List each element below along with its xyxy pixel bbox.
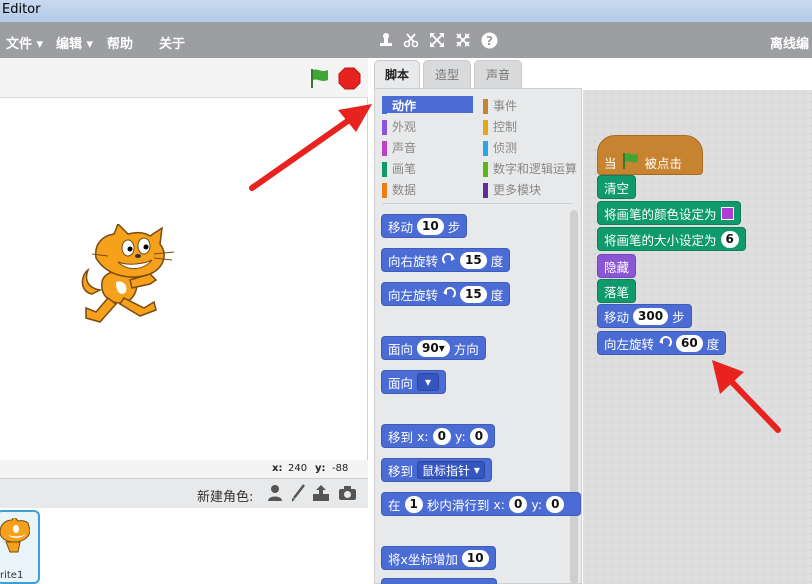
title-bar: Editor (0, 0, 812, 22)
category-pen[interactable]: 画笔 (382, 160, 416, 177)
stop-sign-icon[interactable] (338, 67, 361, 93)
cat-sprite-icon[interactable] (78, 224, 178, 329)
palette-change-x-block[interactable]: 将x坐标增加10 (381, 546, 496, 570)
duplicate-stamp-icon[interactable] (377, 31, 395, 49)
grow-icon[interactable] (428, 31, 446, 49)
script-turn-left-block[interactable]: 向左旋转 60度 (597, 331, 726, 355)
palette-scrollbar[interactable] (570, 210, 578, 584)
palette-move-block[interactable]: 移动10步 (381, 214, 467, 238)
mouse-y-label: y: (315, 463, 326, 474)
script-hide-block[interactable]: 隐藏 (597, 254, 636, 278)
window-title: Editor (2, 2, 40, 17)
rotate-counterclockwise-icon (442, 287, 456, 301)
stage-canvas[interactable] (0, 98, 368, 460)
green-flag-block-icon (621, 152, 641, 173)
sprite-name: rite1 (0, 570, 23, 581)
palette-turn-left-block[interactable]: 向左旋转 15度 (381, 282, 510, 306)
edit-menu[interactable]: 编辑 ▾ (56, 33, 93, 52)
script-set-pen-color-block[interactable]: 将画笔的颜色设定为 (597, 201, 741, 225)
palette-point-direction-block[interactable]: 面向90▾方向 (381, 336, 486, 360)
script-clear-block[interactable]: 清空 (597, 175, 636, 199)
stage-header (0, 58, 368, 98)
green-flag-icon[interactable] (308, 67, 330, 92)
category-separator (382, 203, 572, 204)
palette-point-towards-block[interactable]: 面向▾ (381, 370, 446, 394)
palette-glide-block[interactable]: 在1秒内滑行到x:0y:0 (381, 492, 581, 516)
category-operators[interactable]: 数字和逻辑运算 (483, 160, 577, 177)
point-towards-dropdown[interactable]: ▾ (417, 373, 439, 391)
shrink-icon[interactable] (454, 31, 472, 49)
palette-goto-block[interactable]: 移到鼠标指针 ▾ (381, 458, 492, 482)
pen-color-swatch[interactable] (721, 207, 734, 220)
mouse-x-label: x: (272, 463, 282, 474)
tab-sounds[interactable]: 声音 (474, 60, 522, 88)
tab-costumes[interactable]: 造型 (423, 60, 471, 88)
mouse-y-value: -88 (332, 463, 348, 474)
palette-turn-right-block[interactable]: 向右旋转 15度 (381, 248, 510, 272)
help-question-icon[interactable]: ? (480, 31, 498, 49)
paint-brush-icon[interactable] (290, 484, 306, 505)
sprite-list: rite1 (0, 508, 368, 584)
cat-thumbnail-icon (0, 518, 30, 554)
file-menu[interactable]: 文件 ▾ (6, 33, 43, 52)
rotate-clockwise-icon (442, 253, 456, 267)
camera-icon[interactable] (338, 484, 357, 505)
category-motion[interactable]: 动作 (382, 97, 416, 114)
category-more-blocks[interactable]: 更多模块 (483, 181, 541, 198)
new-sprite-label: 新建角色: (197, 486, 253, 505)
svg-text:?: ? (486, 34, 493, 48)
menu-bar: 文件 ▾ 编辑 ▾ 帮助 关于 ? 离线编 (0, 22, 812, 58)
about-menu[interactable]: 关于 (159, 33, 185, 52)
goto-target-dropdown[interactable]: 鼠标指针 ▾ (417, 461, 485, 479)
script-pen-down-block[interactable]: 落笔 (597, 279, 636, 303)
stage-footer: x: 240 y: -88 (0, 460, 368, 478)
mouse-x-value: 240 (288, 463, 307, 474)
category-events[interactable]: 事件 (483, 97, 517, 114)
sprite-list-header: 新建角色: (0, 478, 368, 508)
palette-goto-xy-block[interactable]: 移到x:0y:0 (381, 424, 495, 448)
category-data[interactable]: 数据 (382, 181, 416, 198)
category-control[interactable]: 控制 (483, 118, 517, 135)
tab-scripts[interactable]: 脚本 (374, 60, 420, 88)
upload-sprite-icon[interactable] (312, 484, 330, 505)
sprite-thumbnail[interactable]: rite1 (0, 510, 40, 584)
category-sound[interactable]: 声音 (382, 139, 416, 156)
script-set-pen-size-block[interactable]: 将画笔的大小设定为6 (597, 227, 746, 251)
script-move-block[interactable]: 移动300步 (597, 304, 692, 328)
help-menu[interactable]: 帮助 (107, 33, 133, 52)
script-when-flag-clicked-block[interactable]: 当 被点击 (597, 135, 703, 175)
sprite-library-icon[interactable] (266, 484, 284, 505)
delete-scissors-icon[interactable] (402, 31, 420, 49)
rotate-counterclockwise-icon (658, 336, 672, 350)
offline-editor-label: 离线编 (770, 33, 809, 52)
category-looks[interactable]: 外观 (382, 118, 416, 135)
category-sensing[interactable]: 侦测 (483, 139, 517, 156)
palette-next-block[interactable] (381, 578, 497, 584)
